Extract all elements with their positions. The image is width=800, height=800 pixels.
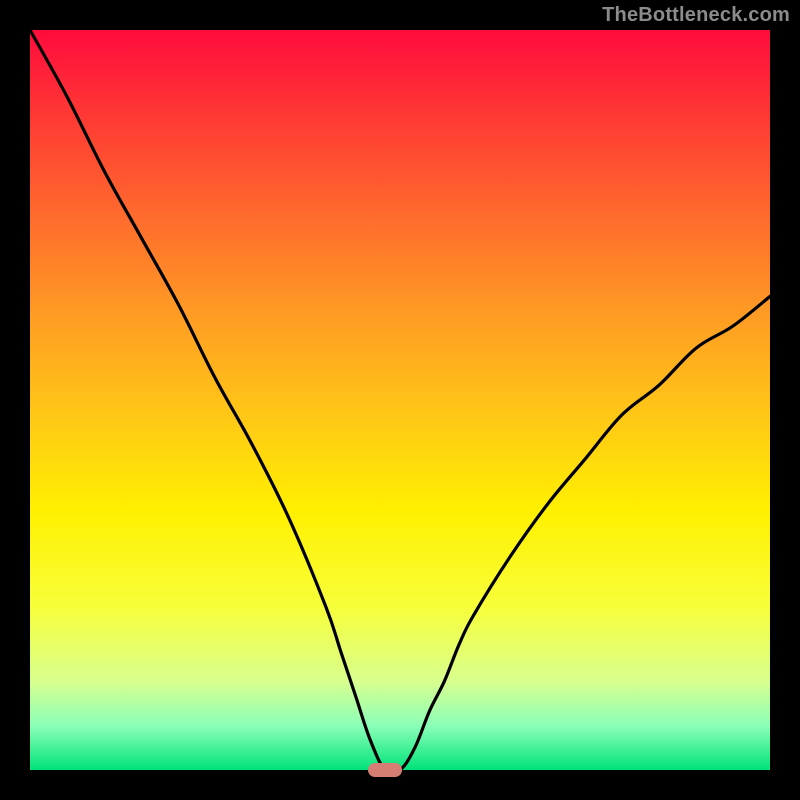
watermark-text: TheBottleneck.com [602,4,790,27]
plot-area [30,30,770,770]
chart-frame: TheBottleneck.com [0,0,800,800]
bottleneck-curve [30,30,770,770]
optimum-marker [368,763,402,777]
